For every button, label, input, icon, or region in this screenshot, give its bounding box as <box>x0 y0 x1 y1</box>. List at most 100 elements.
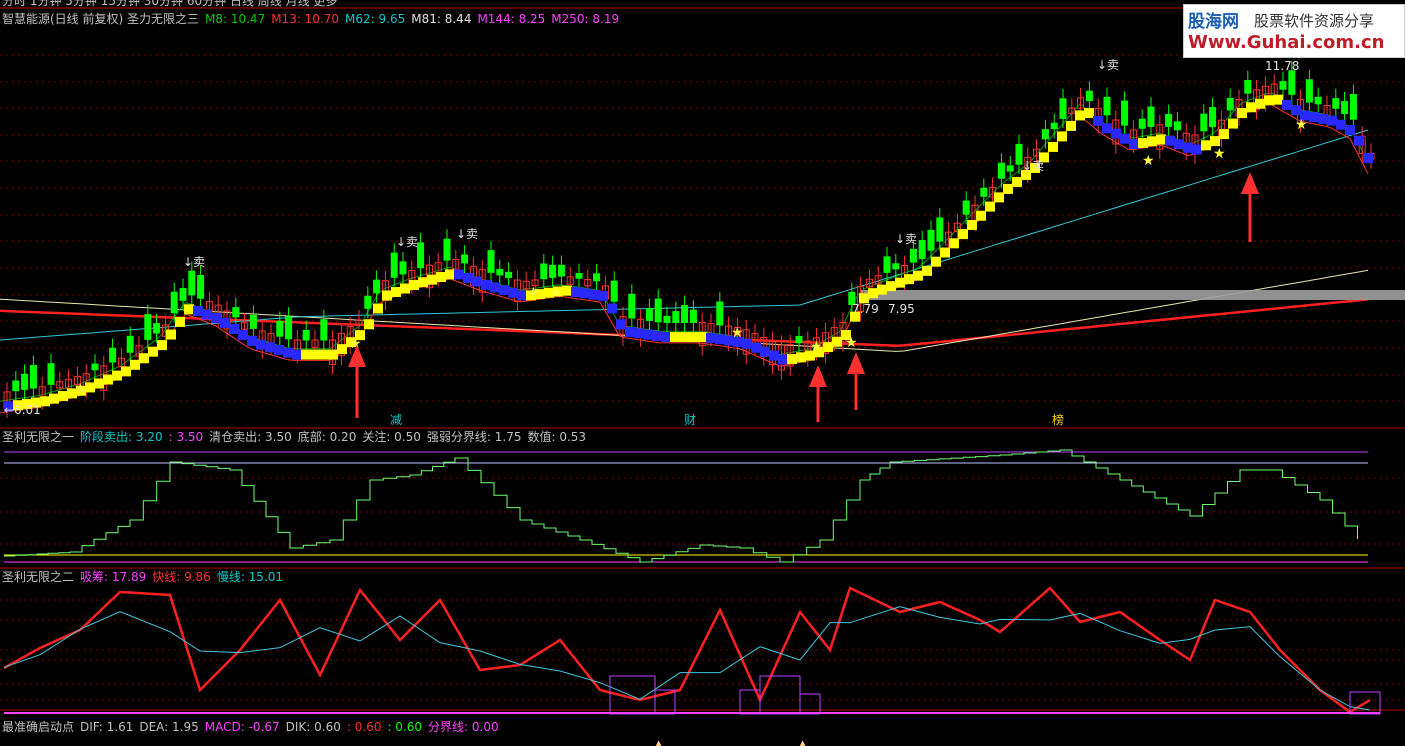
stair-block <box>463 272 473 283</box>
candle-body <box>443 238 451 261</box>
stair-block <box>49 393 59 404</box>
stair-block <box>1228 118 1238 129</box>
stair-block <box>1219 129 1229 140</box>
candle-body <box>505 271 513 278</box>
stair-block <box>1363 153 1373 164</box>
stair-block <box>328 349 338 360</box>
stair-block <box>1210 136 1220 147</box>
candle-body <box>1279 81 1287 90</box>
candle-body <box>188 270 196 296</box>
candle-body <box>1244 79 1252 94</box>
stair-block <box>1273 94 1283 105</box>
candle-body <box>1006 165 1014 172</box>
candle-body <box>390 252 398 278</box>
stair-block <box>1120 133 1130 144</box>
stair-block <box>58 391 68 401</box>
stair-block <box>913 270 923 281</box>
candle-body <box>654 298 662 323</box>
candle-body <box>1200 113 1208 132</box>
watermark-logo: 股海网 股票软件资源分享 Www.Guhai.com.cn <box>1183 4 1405 58</box>
candle-body <box>461 254 469 264</box>
stair-block <box>616 319 626 330</box>
stair-block <box>1354 135 1364 146</box>
price-label: 7.95 <box>888 302 915 316</box>
stair-block <box>1345 125 1355 135</box>
candle-body <box>126 335 134 353</box>
candle-body <box>399 261 407 275</box>
stair-block <box>337 344 347 355</box>
candle-body <box>1121 100 1129 126</box>
watermark-url: Www.Guhai.com.cn <box>1188 32 1385 53</box>
stair-block <box>751 342 761 353</box>
stair-block <box>301 349 311 360</box>
stair-block <box>1012 176 1022 187</box>
candle-body <box>487 250 495 273</box>
stair-block <box>175 316 185 327</box>
stair-block <box>823 342 833 352</box>
stair-block <box>562 285 572 296</box>
stair-block <box>1129 139 1139 149</box>
stair-block <box>400 283 410 294</box>
stair-block <box>166 329 176 340</box>
candle-body <box>962 200 970 215</box>
stair-block <box>985 201 995 212</box>
high-label: 11.78 <box>1265 59 1299 73</box>
stair-block <box>1084 108 1094 119</box>
candle-body <box>1041 129 1049 140</box>
stair-block <box>436 272 446 282</box>
price-band <box>860 290 1405 300</box>
stair-block <box>364 319 374 330</box>
stair-block <box>148 346 158 357</box>
low-label: ←6.01 <box>4 403 41 417</box>
candle-body <box>927 229 935 251</box>
buy-arrow-head <box>1241 172 1259 194</box>
stair-block <box>40 396 50 407</box>
stair-block <box>103 374 113 385</box>
candle-body <box>1147 106 1155 127</box>
stair-block <box>139 353 149 364</box>
stair-block <box>1336 119 1346 130</box>
stair-block <box>1255 98 1265 109</box>
stock-chart[interactable]: ★★★ ★★★ ★★ ★★ ▲ ▲ ↓卖↓卖↓卖 ↓卖↓卖↓卖←6.0111.787.79… <box>0 0 1405 746</box>
candle-body <box>549 264 557 278</box>
candle-body <box>892 263 900 270</box>
candle-body <box>21 373 29 390</box>
star-signal: ★ <box>731 325 744 341</box>
buy-arrow-head <box>809 365 827 387</box>
sell-label: ↓卖 <box>895 232 917 246</box>
candle-body <box>1314 96 1322 105</box>
candle-body <box>1226 97 1234 111</box>
stair-block <box>1003 183 1013 194</box>
stair-block <box>1057 131 1067 142</box>
stair-block <box>508 287 518 298</box>
stair-block <box>1192 144 1202 155</box>
stair-block <box>1147 136 1157 147</box>
stair-block <box>1237 108 1247 119</box>
stair-block <box>265 342 275 353</box>
step-oscillator <box>4 449 1358 563</box>
slow-line <box>3 606 1371 711</box>
stair-block <box>994 192 1004 203</box>
candle-body <box>918 240 926 260</box>
stair-block <box>1093 115 1103 126</box>
candle-body <box>29 364 37 389</box>
stair-block <box>697 332 707 343</box>
candle-body <box>1349 93 1357 120</box>
stair-block <box>670 332 680 343</box>
stair-block <box>796 352 806 363</box>
candle-body <box>91 363 99 371</box>
sell-label: ↓卖 <box>456 227 478 241</box>
candle-body <box>1050 122 1058 130</box>
stair-block <box>949 238 959 249</box>
candle-body <box>909 248 917 263</box>
stair-block <box>112 370 122 381</box>
candle-body <box>496 268 504 276</box>
stair-block <box>661 332 671 343</box>
stair-block <box>238 329 248 340</box>
stair-block <box>193 306 203 317</box>
watermark-slogan: 股票软件资源分享 <box>1254 12 1375 30</box>
stair-block <box>1318 113 1328 124</box>
stair-block <box>1183 142 1193 153</box>
price-label: 7.79 <box>852 302 879 316</box>
sell-label: ↓卖 <box>1022 159 1044 173</box>
